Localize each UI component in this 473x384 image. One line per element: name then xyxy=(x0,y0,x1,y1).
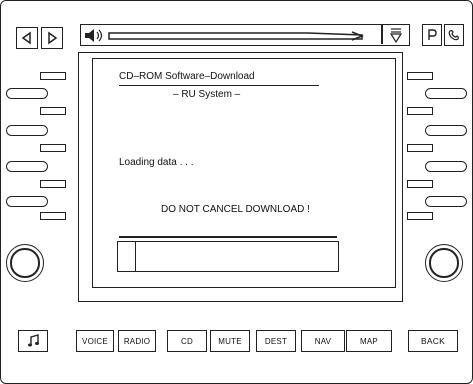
download-title: CD–ROM Software–Download xyxy=(119,71,255,82)
volume-bar[interactable] xyxy=(80,24,410,46)
right-knob-center xyxy=(429,248,459,278)
download-progress-bar xyxy=(117,241,339,272)
park-assist-icon xyxy=(428,29,437,40)
download-subtitle: – RU System – xyxy=(173,89,241,100)
skip-forward-button[interactable] xyxy=(41,27,63,49)
loading-status: Loading data . . . xyxy=(119,157,194,168)
dest-button[interactable]: DEST xyxy=(256,330,296,352)
left-volume-knob[interactable] xyxy=(6,244,44,282)
title-underline xyxy=(119,85,319,87)
park-assist-button[interactable] xyxy=(422,24,442,46)
speaker-icon xyxy=(85,29,103,42)
left-knob-center xyxy=(10,248,40,278)
volume-slider[interactable] xyxy=(108,29,370,43)
download-warning: DO NOT CANCEL DOWNLOAD ! xyxy=(161,204,310,215)
left-slot-2 xyxy=(40,107,66,115)
left-slot-3 xyxy=(40,144,66,152)
music-button[interactable] xyxy=(18,330,48,352)
volume-divider xyxy=(381,25,383,44)
map-button[interactable]: MAP xyxy=(346,330,392,352)
right-side-button-4[interactable] xyxy=(425,196,467,207)
right-slot-5 xyxy=(407,212,433,220)
left-side-button-1[interactable] xyxy=(6,88,48,99)
left-slot-4 xyxy=(40,180,66,188)
back-button[interactable]: BACK xyxy=(408,330,458,352)
progress-fill xyxy=(118,242,136,271)
phone-icon xyxy=(448,30,459,41)
left-slot-5 xyxy=(40,212,66,220)
tone-adjust-icon[interactable] xyxy=(389,27,403,43)
progress-divider xyxy=(119,236,337,238)
left-side-button-4[interactable] xyxy=(6,196,48,207)
left-side-button-2[interactable] xyxy=(6,125,48,136)
right-side-button-1[interactable] xyxy=(425,88,467,99)
right-slot-3 xyxy=(407,144,433,152)
display-screen: CD–ROM Software–Download – RU System – L… xyxy=(92,58,396,288)
phone-button[interactable] xyxy=(444,24,464,46)
right-slot-2 xyxy=(407,107,433,115)
nav-button[interactable]: NAV xyxy=(301,330,345,352)
right-slot-4 xyxy=(407,180,433,188)
right-slot-1 xyxy=(407,72,433,80)
skip-back-icon xyxy=(21,31,31,45)
mute-button[interactable]: MUTE xyxy=(210,330,250,352)
voice-button[interactable]: VOICE xyxy=(76,330,114,352)
left-slot-1 xyxy=(40,72,66,80)
music-note-icon xyxy=(28,334,39,347)
right-tune-knob[interactable] xyxy=(425,244,463,282)
right-side-button-3[interactable] xyxy=(425,161,467,172)
radio-button[interactable]: RADIO xyxy=(118,330,156,352)
cd-button[interactable]: CD xyxy=(167,330,207,352)
left-side-button-3[interactable] xyxy=(6,161,48,172)
right-side-button-2[interactable] xyxy=(425,125,467,136)
skip-forward-icon xyxy=(48,31,58,45)
skip-back-button[interactable] xyxy=(16,27,38,49)
